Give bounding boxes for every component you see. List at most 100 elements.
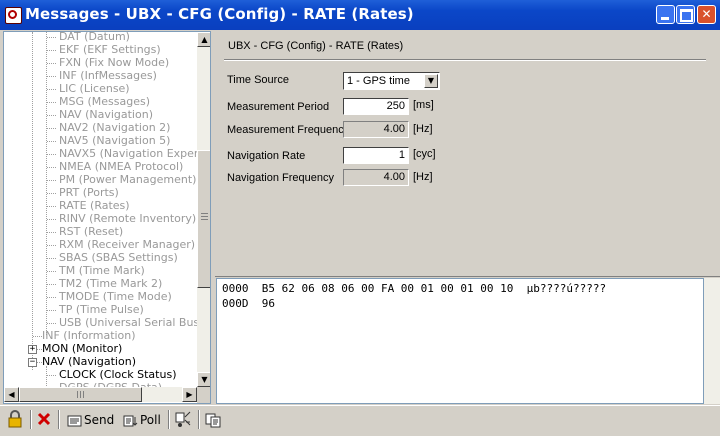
hex-dump-pane[interactable]: 0000 B5 62 06 08 06 00 FA 00 01 00 01 00… [216,278,704,404]
tree-guide-line [32,32,33,370]
tree-expander-icon[interactable]: − [28,358,37,367]
tree-item[interactable]: RINV (Remote Inventory) [59,212,196,225]
scroll-corner [197,387,210,403]
cancel-button[interactable] [36,409,54,431]
measurement-period-label: Measurement Period [227,101,330,113]
message-tree[interactable]: DAT (Datum) EKF (EKF Settings) FXN (Fix No… [3,31,211,404]
poll-icon [123,415,138,426]
tree-item[interactable]: TP (Time Pulse) [59,303,144,316]
dropdown-arrow-icon[interactable]: ▼ [424,74,438,88]
navigation-rate-label: Navigation Rate [227,150,306,162]
tree-item[interactable]: CLOCK (Clock Status) [59,368,176,381]
tree-item[interactable]: NMEA (NMEA Protocol) [59,160,183,173]
message-header: UBX - CFG (Config) - RATE (Rates) [228,40,404,52]
time-source-value: 1 - GPS time [347,75,410,87]
minimize-button[interactable] [656,5,675,24]
measurement-period-field[interactable]: 250 [343,98,409,115]
tree-item[interactable]: MON (Monitor) [42,342,122,355]
tree-expander-icon[interactable]: + [28,345,37,354]
hscroll-thumb[interactable] [19,387,142,402]
navigation-frequency-field: 4.00 [343,169,409,186]
scroll-right-button[interactable]: ▶ [182,387,197,402]
auto-poll-icon [175,411,191,427]
tree-guide-line [33,336,42,337]
time-source-select[interactable]: 1 - GPS time ▼ [343,72,440,90]
tree-guide-line [47,154,56,155]
toolbar-separator [58,410,60,429]
hex-line: 0000 B5 62 06 08 06 00 FA 00 01 00 01 00… [222,282,607,295]
window-title: Messages - UBX - CFG (Config) - RATE (Ra… [25,5,414,23]
poll-button[interactable]: Poll [122,409,164,431]
tree-item[interactable]: FXN (Fix Now Mode) [59,56,169,69]
scroll-left-button[interactable]: ◀ [4,387,19,402]
tree-item[interactable]: NAV2 (Navigation 2) [59,121,170,134]
tree-guide-line [46,32,47,335]
copy-button[interactable] [204,409,224,431]
measurement-frequency-unit: [Hz] [413,123,433,135]
tree-item[interactable]: LIC (License) [59,82,130,95]
tree-item[interactable]: RATE (Rates) [59,199,130,212]
scroll-thumb[interactable] [197,150,210,288]
title-bar: Messages - UBX - CFG (Config) - RATE (Ra… [0,0,720,30]
tree-guide-line [47,219,56,220]
scroll-up-button[interactable]: ▲ [197,32,210,47]
tree-guide-line [47,89,56,90]
tree-item[interactable]: NAV (Navigation) [59,108,153,121]
navigation-rate-field[interactable]: 1 [343,147,409,164]
measurement-period-unit: [ms] [413,99,434,111]
navigation-frequency-unit: [Hz] [413,171,433,183]
hex-line: 000D 96 [222,297,275,310]
tree-guide-line [47,141,56,142]
tree-guide-line [47,180,56,181]
tree-item[interactable]: PM (Power Management) [59,173,196,186]
tree-item[interactable]: RST (Reset) [59,225,123,238]
tree-item[interactable]: NAV5 (Navigation 5) [59,134,170,147]
toolbar-separator [168,410,170,429]
tree-horizontal-scrollbar[interactable]: ◀ ▶ [4,387,197,402]
tree-guide-line [47,128,56,129]
tree-item[interactable]: SBAS (SBAS Settings) [59,251,178,264]
pane-splitter[interactable] [215,272,720,277]
tree-guide-line [47,206,56,207]
tree-guide-line [47,37,56,38]
tree-guide-line [47,76,56,77]
send-icon [67,415,82,426]
close-button[interactable]: ✕ [697,5,716,24]
maximize-button[interactable] [676,5,695,24]
tree-guide-line [47,284,56,285]
tree-vertical-scrollbar[interactable]: ▲ ▼ [197,32,210,387]
tree-guide-line [47,245,56,246]
tree-guide-line [47,102,56,103]
tree-item[interactable]: PRT (Ports) [59,186,119,199]
panel-divider[interactable] [212,31,215,404]
app-icon[interactable] [5,7,22,24]
hex-scrollbar[interactable] [704,278,720,404]
lock-button[interactable] [6,409,26,431]
copy-icon [205,413,221,428]
navigation-rate-unit: [cyc] [413,148,436,160]
lock-icon [8,410,22,428]
scroll-down-button[interactable]: ▼ [197,372,210,387]
tree-item[interactable]: MSG (Messages) [59,95,150,108]
tree-item[interactable]: DAT (Datum) [59,32,130,43]
tree-item[interactable]: NAV (Navigation) [42,355,136,368]
tree-item[interactable]: INF (Information) [42,329,136,342]
tree-item[interactable]: TM (Time Mark) [59,264,145,277]
send-label: Send [84,413,115,427]
tree-guide-line [47,258,56,259]
toolbar-separator [198,410,200,429]
tree-item[interactable]: NAVX5 (Navigation Expert [59,147,203,160]
tree-guide-line [47,323,56,324]
tree-guide-line [47,271,56,272]
tree-item[interactable]: TMODE (Time Mode) [59,290,172,303]
tree-item[interactable]: INF (InfMessages) [59,69,157,82]
auto-poll-button[interactable] [174,409,194,431]
tree-item[interactable]: USB (Universal Serial Bus [59,316,199,329]
tree-item[interactable]: TM2 (Time Mark 2) [59,277,162,290]
tree-item[interactable]: RXM (Receiver Manager) [59,238,195,251]
tree-guide-line [47,63,56,64]
header-separator [224,59,706,61]
send-button[interactable]: Send [66,409,116,431]
tree-item[interactable]: EKF (EKF Settings) [59,43,161,56]
tree-guide-line [47,232,56,233]
